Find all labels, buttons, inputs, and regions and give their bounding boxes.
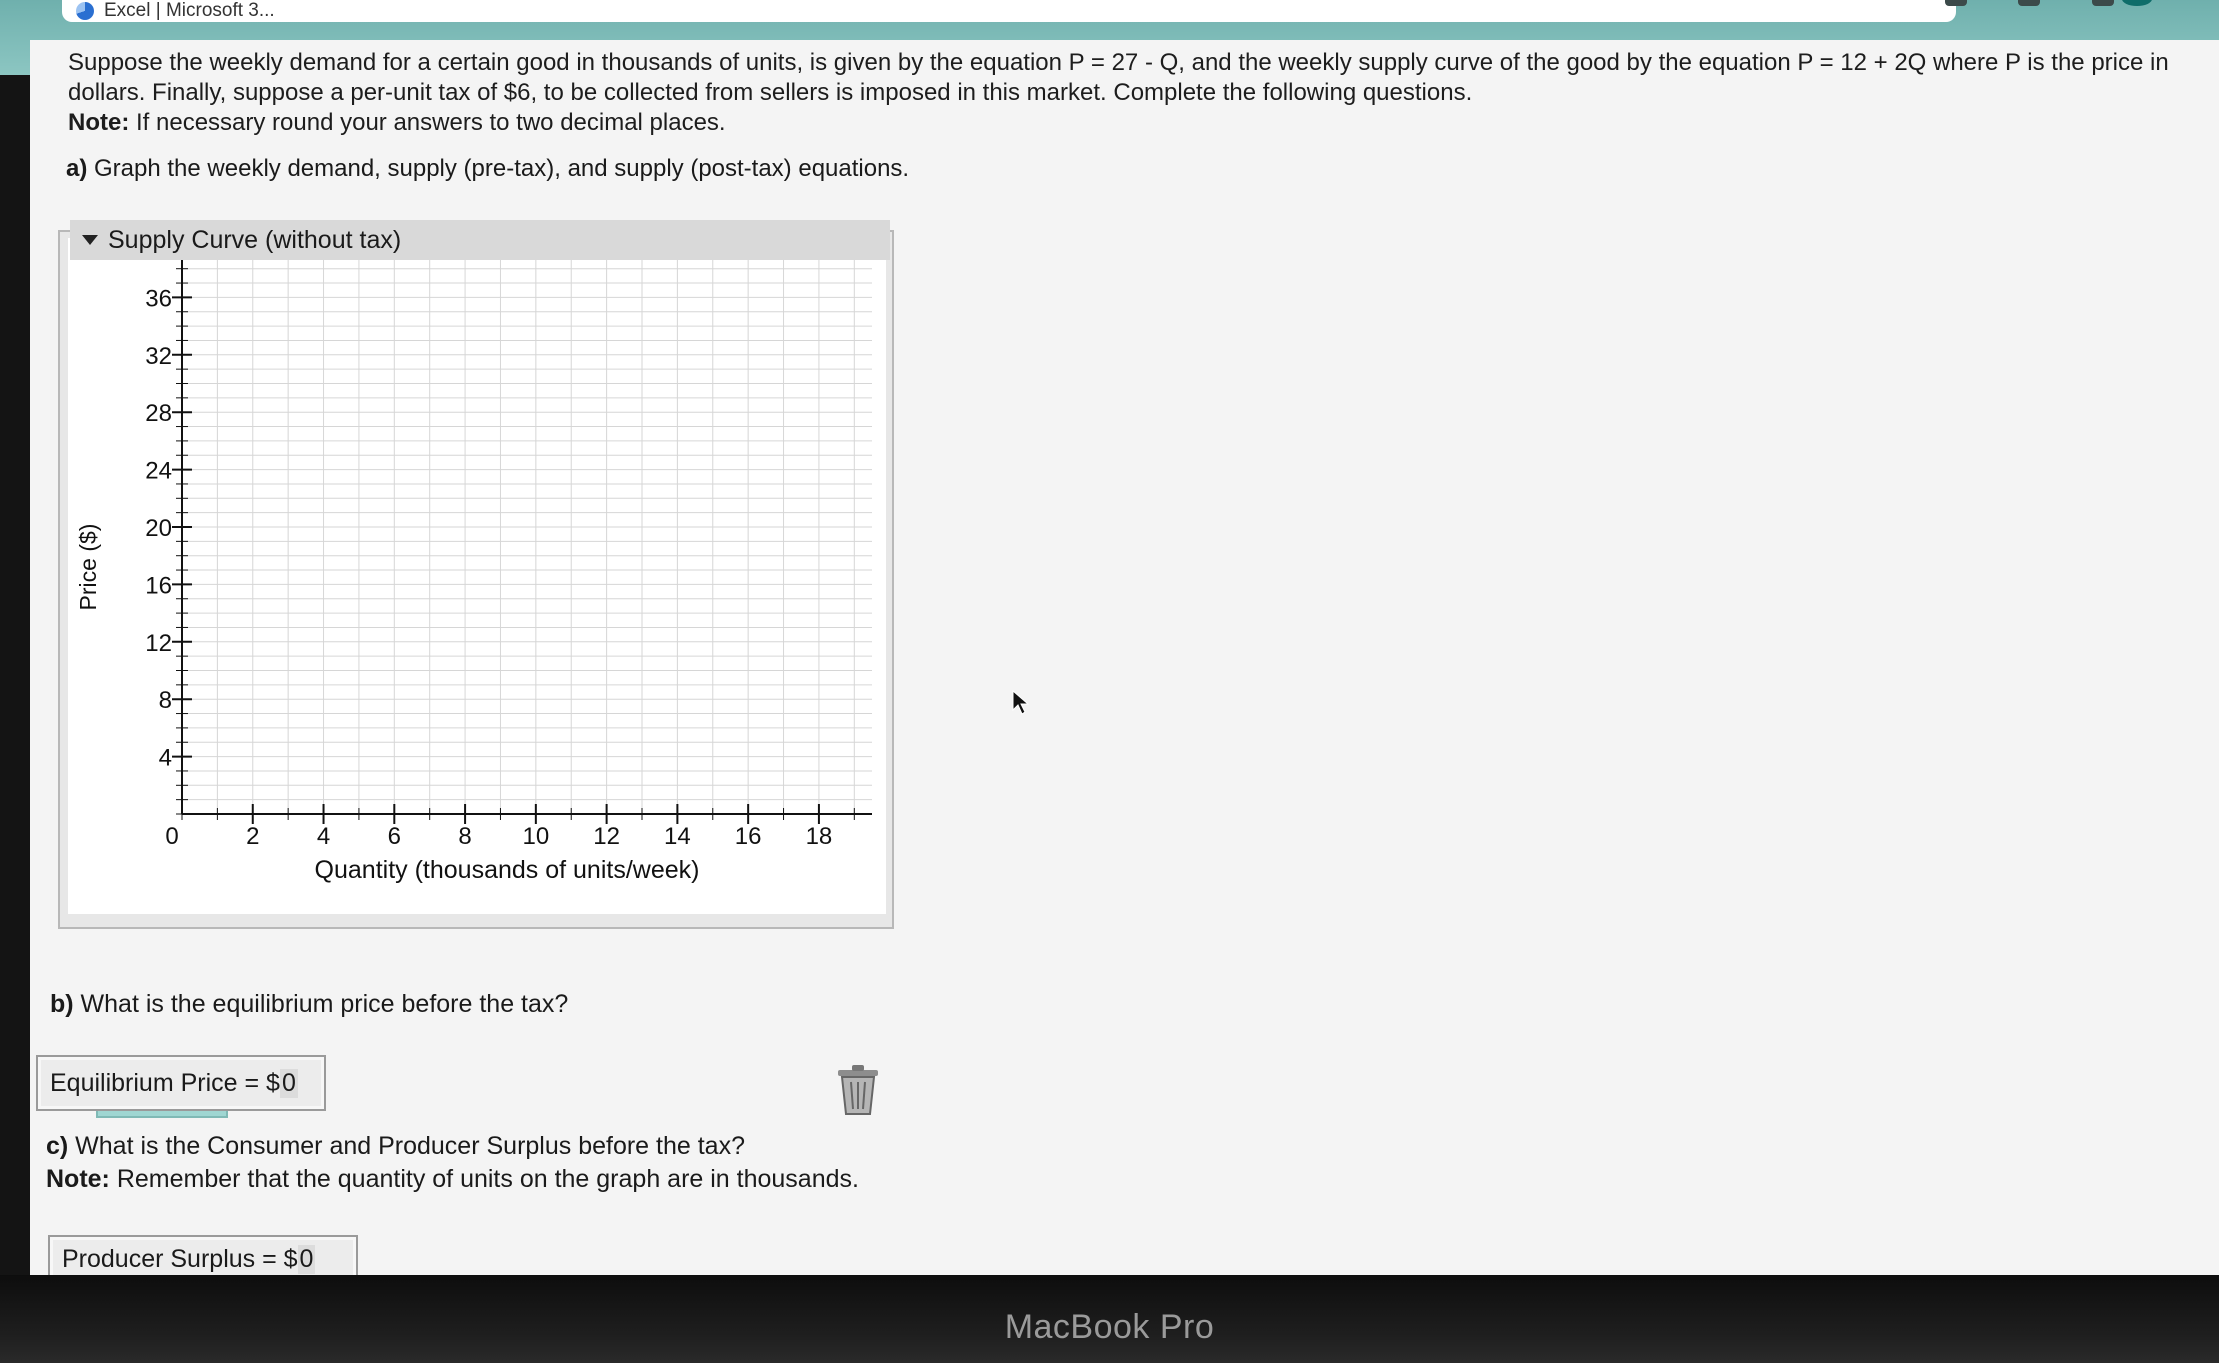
x-tick-label: 18	[806, 823, 833, 850]
note-label: Note:	[68, 109, 130, 136]
part-a-label: a)	[66, 155, 88, 182]
equilibrium-price-field[interactable]: Equilibrium Price = $0	[36, 1055, 326, 1111]
part-c-prompt: c) What is the Consumer and Producer Sur…	[46, 1130, 859, 1196]
mouse-pointer-icon	[1012, 690, 1030, 715]
origin-label: 0	[165, 823, 178, 850]
screen-bezel-left	[0, 0, 30, 1275]
app-favicon-icon	[76, 2, 94, 20]
x-axis-label: Quantity (thousands of units/week)	[315, 856, 700, 884]
note-text: If necessary round your answers to two d…	[129, 109, 726, 136]
y-tick-label: 12	[145, 630, 172, 657]
trash-icon[interactable]	[834, 1064, 882, 1116]
producer-surplus-label: Producer Surplus = $	[62, 1244, 298, 1273]
y-tick-label: 16	[145, 572, 172, 599]
window-control-icon[interactable]	[2018, 0, 2040, 6]
y-tick-label: 32	[145, 343, 172, 370]
y-axis-label: Price ($)	[75, 524, 101, 611]
producer-surplus-value[interactable]: 0	[297, 1244, 316, 1274]
question-text: Suppose the weekly demand for a certain …	[68, 48, 2198, 138]
y-tick-label: 24	[145, 458, 172, 485]
browser-tab[interactable]: Excel | Microsoft 3...	[62, 0, 1956, 22]
panel-title: Supply Curve (without tax)	[108, 225, 402, 254]
collapse-triangle-icon[interactable]	[82, 235, 98, 245]
equilibrium-price-label: Equilibrium Price = $	[50, 1068, 280, 1097]
graph-panel: 4 8 12 16 20 24 28 32 36 2 4 6 8 10 12 14 16 18 0 Quantity …	[58, 230, 894, 1118]
part-b-text: What is the equilibrium price before the…	[73, 990, 569, 1018]
part-c-label: c)	[46, 1132, 69, 1160]
part-b-label: b)	[50, 990, 74, 1018]
y-tick-label: 8	[159, 687, 172, 714]
part-a-prompt: a) Graph the weekly demand, supply (pre-…	[66, 155, 909, 183]
supply-demand-graph[interactable]: 48121620242832362 4 6 8 10 12 14 16 180Quantity …	[60, 232, 892, 927]
y-tick-label: 20	[145, 515, 172, 542]
x-tick-label: 14	[664, 823, 691, 850]
x-tick-label: 10	[522, 823, 549, 850]
part-c-note-text: Remember that the quantity of units on t…	[109, 1165, 859, 1193]
y-tick-label: 36	[145, 285, 172, 312]
part-c-note-label: Note:	[46, 1165, 110, 1193]
graph-background	[68, 238, 886, 914]
assignment-page: Suppose the weekly demand for a certain …	[30, 40, 2219, 1283]
question-intro: Suppose the weekly demand for a certain …	[68, 49, 2169, 106]
x-tick-label: 2	[246, 823, 259, 850]
x-tick-label: 16	[735, 823, 762, 850]
device-label: MacBook Pro	[1004, 1308, 1215, 1346]
x-tick-label: 6	[388, 823, 401, 850]
window-control-icon[interactable]	[2092, 0, 2114, 6]
part-c-text: What is the Consumer and Producer Surplu…	[68, 1132, 745, 1160]
equilibrium-price-value[interactable]: 0	[279, 1068, 298, 1098]
panel-header[interactable]: Supply Curve (without tax)	[70, 220, 890, 260]
part-a-text: Graph the weekly demand, supply (pre-tax…	[87, 155, 910, 182]
x-tick-label: 8	[458, 823, 471, 850]
x-tick-label: 12	[593, 823, 620, 850]
x-tick-label: 4	[317, 823, 330, 850]
part-b-prompt: b) What is the equilibrium price before …	[50, 990, 568, 1019]
y-tick-label: 4	[159, 745, 172, 772]
profile-icon[interactable]	[2122, 0, 2152, 6]
tab-title: Excel | Microsoft 3...	[104, 0, 275, 21]
window-control-icon[interactable]	[1945, 0, 1967, 6]
y-tick-label: 28	[145, 400, 172, 427]
